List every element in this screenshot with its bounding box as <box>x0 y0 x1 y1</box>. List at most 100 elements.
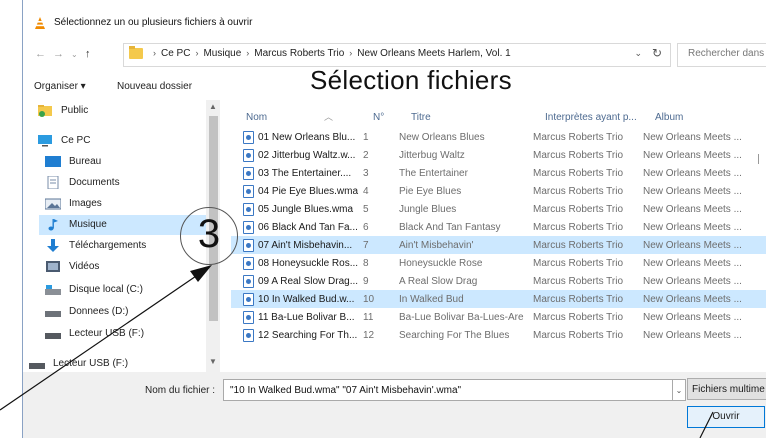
file-row[interactable]: 12 Searching For Th... 12 Searching For Th… <box>231 326 766 344</box>
track-album: New Orleans Meets ... <box>643 240 742 251</box>
file-row[interactable]: 08 Honeysuckle Ros... 8 Honeysuckle Rose Ma… <box>231 254 766 272</box>
sidebar-item-public[interactable]: Public <box>37 101 207 121</box>
column-header-name[interactable]: Nom ︿ <box>246 112 333 123</box>
file-list: Nom ︿ N° Titre Interprètes ayant p... Al… <box>221 100 766 372</box>
track-album: New Orleans Meets ... <box>643 204 742 215</box>
track-title: Ba-Lue Bolivar Ba-Lues-Are <box>399 312 524 323</box>
track-number: 12 <box>363 330 375 341</box>
file-row[interactable]: 02 Jitterbug Waltz.w... 2 Jitterbug Waltz M… <box>231 146 766 164</box>
sidebar-item-label: Ce PC <box>61 135 91 146</box>
wma-file-icon <box>243 293 254 306</box>
file-row[interactable]: 09 A Real Slow Drag... 9 A Real Slow Drag M… <box>231 272 766 290</box>
file-name: 03 The Entertainer.... <box>258 168 352 179</box>
track-title: New Orleans Blues <box>399 132 485 143</box>
file-type-filter[interactable]: Fichiers multime <box>687 378 766 400</box>
scroll-down-icon[interactable]: ▼ <box>209 357 217 366</box>
wma-file-icon <box>243 149 254 162</box>
sidebar-item-images[interactable]: Images <box>45 194 215 214</box>
step-number: 3 <box>197 212 221 256</box>
filename-field[interactable] <box>223 379 673 401</box>
filename-dropdown-icon[interactable]: ⌄ <box>673 379 686 401</box>
sidebar-item-lecteur-usb-root[interactable]: Lecteur USB (F:) <box>29 354 199 372</box>
track-number: 7 <box>363 240 369 251</box>
search-input[interactable]: Rechercher dans <box>677 43 766 67</box>
track-album: New Orleans Meets ... <box>643 150 742 161</box>
videos-icon <box>46 261 60 272</box>
track-title: Honeysuckle Rose <box>399 258 483 269</box>
sidebar-item-documents[interactable]: Documents <box>45 173 215 193</box>
new-folder-button[interactable]: Nouveau dossier <box>117 81 192 92</box>
file-row[interactable]: 05 Jungle Blues.wma 5 Jungle Blues Marcus R… <box>231 200 766 218</box>
file-name: 01 New Orleans Blu... <box>258 132 356 143</box>
file-row[interactable]: 03 The Entertainer.... 3 The Entertainer Ma… <box>231 164 766 182</box>
organize-button[interactable]: Organiser ▾ <box>34 81 86 92</box>
wma-file-icon <box>243 167 254 180</box>
breadcrumb-path: › Ce PC › Musique › Marcus Roberts Trio › New O… <box>153 48 511 59</box>
track-number: 1 <box>363 132 369 143</box>
sidebar-item-label: Documents <box>69 177 120 188</box>
sidebar-item-lecteur-usb[interactable]: Lecteur USB (F:) <box>45 324 215 344</box>
sidebar-item-label: Donnees (D:) <box>69 306 129 317</box>
file-row[interactable]: 11 Ba-Lue Bolivar B... 11 Ba-Lue Bolivar B… <box>231 308 766 326</box>
wma-file-icon <box>243 221 254 234</box>
track-title: Pie Eye Blues <box>399 186 462 197</box>
scroll-up-icon[interactable]: ▲ <box>209 102 217 111</box>
column-header-artist[interactable]: Interprètes ayant p... <box>545 112 637 123</box>
track-artist: Marcus Roberts Trio <box>533 294 624 305</box>
documents-icon <box>47 176 59 189</box>
wma-file-icon <box>243 203 254 216</box>
column-header-title[interactable]: Titre <box>411 112 431 123</box>
title-bar: Sélectionnez un ou plusieurs fichiers à … <box>23 0 766 33</box>
back-arrow-icon[interactable]: ← <box>35 48 46 60</box>
track-title: A Real Slow Drag <box>399 276 478 287</box>
crumb-album[interactable]: New Orleans Meets Harlem, Vol. 1 <box>357 48 510 59</box>
recent-dropdown-icon[interactable]: ⌄ <box>71 50 78 59</box>
breadcrumb[interactable]: › Ce PC › Musique › Marcus Roberts Trio › New O… <box>123 43 671 67</box>
crumb-ce-pc[interactable]: Ce PC <box>161 48 190 59</box>
file-row[interactable]: 04 Pie Eye Blues.wma 4 Pie Eye Blues Marcus… <box>231 182 766 200</box>
sidebar-item-label: Public <box>61 105 89 116</box>
track-title: In Walked Bud <box>399 294 464 305</box>
sidebar-item-disque-local[interactable]: Disque local (C:) <box>45 280 215 300</box>
file-name: 08 Honeysuckle Ros... <box>258 258 359 269</box>
column-header-album[interactable]: Album <box>655 112 683 123</box>
up-arrow-icon[interactable]: ↑ <box>85 48 91 60</box>
usb-drive-icon <box>29 363 45 369</box>
file-name: 02 Jitterbug Waltz.w... <box>258 150 356 161</box>
file-name: 06 Black And Tan Fa... <box>258 222 358 233</box>
file-name: 11 Ba-Lue Bolivar B... <box>258 312 355 323</box>
sidebar-item-donnees[interactable]: Donnees (D:) <box>45 302 215 322</box>
file-row[interactable]: 07 Ain't Misbehavin... 7 Ain't Misbehavin'… <box>231 236 766 254</box>
wma-file-icon <box>243 185 254 198</box>
track-artist: Marcus Roberts Trio <box>533 240 624 251</box>
track-title: Jungle Blues <box>399 204 457 215</box>
public-folder-icon <box>38 105 52 117</box>
file-row[interactable]: 10 In Walked Bud.w... 10 In Walked Bud Marc… <box>231 290 766 308</box>
filename-label: Nom du fichier : <box>145 385 216 396</box>
sidebar-item-videos[interactable]: Vidéos <box>45 257 215 277</box>
column-header-number[interactable]: N° <box>373 112 384 123</box>
open-button[interactable]: Ouvrir <box>687 406 765 428</box>
sidebar-item-label: Bureau <box>69 156 102 167</box>
music-note-icon <box>48 219 58 231</box>
annotation-title: Sélection fichiers <box>310 65 512 95</box>
wma-file-icon <box>243 275 254 288</box>
forward-arrow-icon[interactable]: → <box>53 48 64 60</box>
track-artist: Marcus Roberts Trio <box>533 330 624 341</box>
sidebar-item-bureau[interactable]: Bureau <box>45 152 215 172</box>
track-number: 3 <box>363 168 369 179</box>
sidebar-item-label: Musique <box>69 219 107 230</box>
file-row[interactable]: 06 Black And Tan Fa... 6 Black And Tan Fan… <box>231 218 766 236</box>
refresh-icon[interactable]: ↻ <box>652 46 662 60</box>
address-dropdown-icon[interactable]: ⌄ <box>634 48 642 59</box>
crumb-artist[interactable]: Marcus Roberts Trio <box>254 48 344 59</box>
file-row[interactable]: 01 New Orleans Blu... 1 New Orleans Blues M… <box>231 128 766 146</box>
track-number: 11 <box>363 312 374 323</box>
images-icon <box>45 198 61 210</box>
crumb-musique[interactable]: Musique <box>203 48 241 59</box>
sidebar-item-ce-pc[interactable]: Ce PC <box>37 131 207 151</box>
track-title: Searching For The Blues <box>399 330 510 341</box>
track-album: New Orleans Meets ... <box>643 312 742 323</box>
track-number: 5 <box>363 204 369 215</box>
wma-file-icon <box>243 257 254 270</box>
